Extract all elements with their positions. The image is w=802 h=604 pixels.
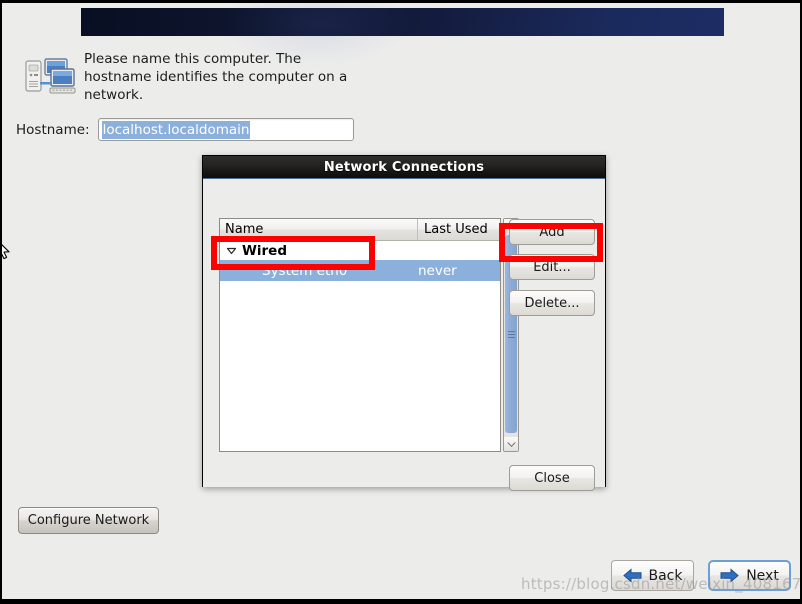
installer-window: Please name this computer. The hostname … <box>2 3 800 599</box>
add-connection-button[interactable]: Add <box>509 219 595 245</box>
table-row[interactable]: System eth0 never <box>220 260 500 281</box>
dialog-title: Network Connections <box>323 159 485 175</box>
hostname-row: Hostname: localhost.localdomain <box>16 118 354 141</box>
scroll-down-icon[interactable] <box>504 437 518 451</box>
connections-list-header: Name Last Used <box>220 219 500 241</box>
header-banner <box>81 3 724 68</box>
mouse-cursor <box>2 240 18 266</box>
dialog-body: Name Last Used Wired System eth0 never A… <box>203 179 605 491</box>
intro-description: Please name this computer. The hostname … <box>84 51 348 103</box>
connections-list[interactable]: Name Last Used Wired System eth0 never <box>219 218 501 452</box>
column-header-last-used[interactable]: Last Used <box>418 219 500 240</box>
watermark: https://blog.csdn.net/weixin_40816738 <box>521 575 800 593</box>
hostname-label: Hostname: <box>16 121 90 138</box>
network-connections-dialog: Network Connections Name Last Used Wired <box>202 155 606 491</box>
chevron-down-icon[interactable] <box>225 244 238 257</box>
list-group-label: Wired <box>242 242 287 259</box>
dialog-titlebar: Network Connections <box>203 156 605 179</box>
connection-name: System eth0 <box>262 262 348 279</box>
configure-network-button[interactable]: Configure Network <box>18 507 159 534</box>
hostname-input[interactable]: localhost.localdomain <box>97 118 354 141</box>
scrollbar-grip-icon <box>507 329 515 340</box>
network-computers-icon <box>24 55 78 99</box>
list-group-wired[interactable]: Wired <box>220 241 500 260</box>
edit-connection-button[interactable]: Edit... <box>509 254 595 280</box>
delete-connection-button[interactable]: Delete... <box>509 290 595 316</box>
connection-last-used: never <box>418 262 457 279</box>
hostname-input-value: localhost.localdomain <box>101 120 251 139</box>
column-header-name[interactable]: Name <box>220 219 418 240</box>
close-dialog-button[interactable]: Close <box>509 465 595 491</box>
